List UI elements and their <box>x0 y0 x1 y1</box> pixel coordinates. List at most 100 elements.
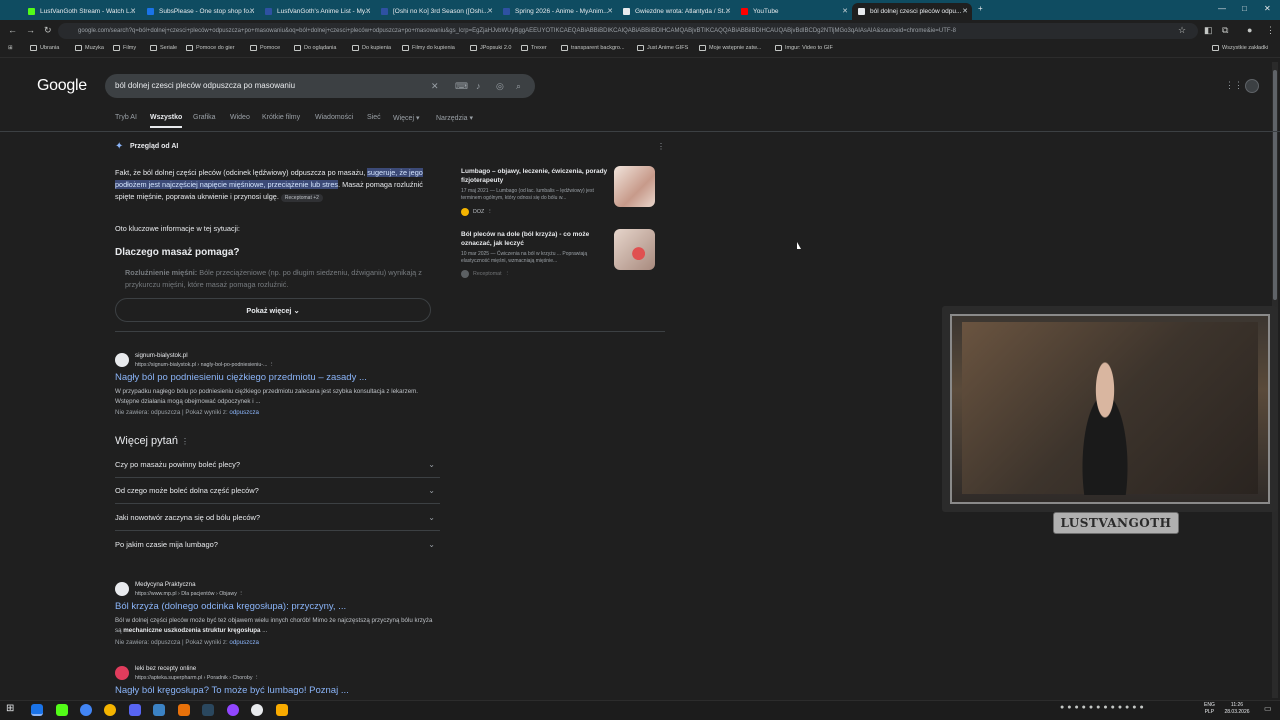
paa-question[interactable]: Od czego może boleć dolna część pleców? ⌄ <box>115 478 440 504</box>
browser-tab[interactable]: LustVanGoth's Anime List - My... ✕ <box>259 3 375 20</box>
close-tab-icon[interactable]: ✕ <box>725 7 731 15</box>
ai-more-options-icon[interactable]: ⋮ <box>657 142 665 151</box>
close-tab-icon[interactable]: ✕ <box>607 7 613 15</box>
mic-icon[interactable]: ♪ <box>476 81 481 91</box>
maximize-button[interactable]: □ <box>1242 4 1247 13</box>
ai-card-title[interactable]: Ból pleców na dole (ból krzyża) - co moż… <box>461 230 611 248</box>
bookmark-star-icon[interactable]: ☆ <box>1178 25 1186 36</box>
ai-card-source[interactable]: Receptomat ⋮ <box>461 270 510 278</box>
obs-taskbar-icon[interactable] <box>56 704 68 716</box>
app-taskbar-icon[interactable] <box>251 704 263 716</box>
result-title-link[interactable]: Nagły ból po podniesieniu ciężkiego prze… <box>115 372 367 383</box>
notification-icon[interactable]: ▭ <box>1264 704 1272 713</box>
close-tab-icon[interactable]: ✕ <box>249 7 255 15</box>
search-icon[interactable]: ⌕ <box>516 81 521 92</box>
tab-more[interactable]: Więcej ▾ <box>393 114 419 122</box>
ai-card-thumbnail[interactable] <box>614 166 655 207</box>
browser-tab[interactable]: Spring 2026 - Anime - MyAnim... ✕ <box>497 3 617 20</box>
browser-tab[interactable]: Gwiezdne wrota: Atlantyda / St... ✕ <box>617 3 735 20</box>
tab-videos[interactable]: Wideo <box>230 114 250 121</box>
keyboard-icon[interactable]: ⌨ <box>455 81 468 92</box>
ai-card-thumbnail[interactable] <box>614 229 655 270</box>
bookmark-item[interactable]: Imgur: Video to GIF <box>775 45 833 51</box>
minimize-button[interactable]: — <box>1218 4 1226 13</box>
close-tab-icon[interactable]: ✕ <box>487 7 493 15</box>
bookmark-item[interactable]: Trexer <box>521 45 547 51</box>
clock[interactable]: 11:26 28.03.2026 <box>1222 702 1252 716</box>
puzzle-icon[interactable]: ⧉ <box>1222 25 1228 36</box>
tab-news[interactable]: Wiadomości <box>315 114 353 121</box>
tab-web[interactable]: Sieć <box>367 114 381 121</box>
account-avatar[interactable] <box>1245 79 1259 93</box>
browser-tab[interactable]: ból dolnej czesci pleców odpu... ✕ <box>852 3 972 20</box>
reload-icon[interactable]: ↻ <box>44 25 52 36</box>
bookmark-item[interactable]: Filmy <box>113 45 136 51</box>
profile-icon[interactable]: ● <box>1247 25 1252 35</box>
ai-card-source[interactable]: DOZ ⋮ <box>461 208 492 216</box>
google-apps-icon[interactable]: ⋮⋮ <box>1225 80 1243 91</box>
discord-taskbar-icon[interactable] <box>129 704 141 716</box>
menu-icon[interactable]: ⋮ <box>1266 25 1275 36</box>
apps-icon[interactable]: ⊞ <box>8 45 13 51</box>
search-input[interactable]: ból dolnej czesci pleców odpuszcza po ma… <box>115 81 295 90</box>
tab-all[interactable]: Wszystko <box>150 114 182 121</box>
close-tab-icon[interactable]: ✕ <box>842 7 848 15</box>
result-title-link[interactable]: Ból krzyża (dolnego odcinka kręgosłupa):… <box>115 601 346 612</box>
paa-question[interactable]: Jaki nowotwór zaczyna się od bólu pleców… <box>115 505 440 531</box>
tab-ai-mode[interactable]: Tryb AI <box>115 114 137 121</box>
browser-taskbar-icon[interactable] <box>80 704 92 716</box>
browser-tab[interactable]: LustVanGoth Stream - Watch L... ✕ <box>22 3 140 20</box>
bookmark-item[interactable]: Pomoce <box>250 45 280 51</box>
show-results-link[interactable]: odpuszcza <box>229 409 259 416</box>
close-window-button[interactable]: ✕ <box>1264 4 1271 13</box>
paa-question[interactable]: Po jakim czasie mija lumbago? ⌄ <box>115 531 440 557</box>
bookmark-item[interactable]: Do oglądania <box>294 45 336 51</box>
system-tray-icons[interactable]: ●●●●●●●●●●●● <box>1060 704 1147 711</box>
close-tab-icon[interactable]: ✕ <box>365 7 371 15</box>
start-icon[interactable]: ⊞ <box>6 703 14 714</box>
app-taskbar-icon[interactable] <box>153 704 165 716</box>
bookmark-item[interactable]: Muzyka <box>75 45 104 51</box>
bookmark-item[interactable]: Do kupienia <box>352 45 391 51</box>
app-taskbar-icon[interactable] <box>227 704 239 716</box>
close-tab-icon[interactable]: ✕ <box>962 7 968 15</box>
tab-images[interactable]: Grafika <box>193 114 216 121</box>
forward-icon[interactable]: → <box>26 25 35 35</box>
close-tab-icon[interactable]: ✕ <box>130 7 136 15</box>
paa-question[interactable]: Czy po masażu powinny boleć plecy? ⌄ <box>115 452 440 478</box>
bookmark-item[interactable]: Just Anime GIFS <box>637 45 688 51</box>
back-icon[interactable]: ← <box>8 25 17 35</box>
browser-tab[interactable]: SubsPlease - One stop shop fo... ✕ <box>141 3 259 20</box>
tab-tools[interactable]: Narzędzia ▾ <box>436 114 473 122</box>
vlc-taskbar-icon[interactable] <box>178 704 190 716</box>
scrollbar-thumb[interactable] <box>1273 70 1277 300</box>
more-options-icon[interactable]: ⋮ <box>254 675 259 681</box>
bookmark-item[interactable]: Ubrania <box>30 45 59 51</box>
bookmark-item[interactable]: Filmy do kupienia <box>402 45 455 51</box>
new-tab-button[interactable]: + <box>978 4 983 13</box>
steam-taskbar-icon[interactable] <box>202 704 214 716</box>
more-options-icon[interactable]: ⋮ <box>269 362 274 368</box>
lens-icon[interactable]: ◎ <box>496 81 504 92</box>
file-explorer-taskbar-icon[interactable] <box>276 704 288 716</box>
bookmark-item[interactable]: Pomoce do gier <box>186 45 235 51</box>
ai-card-title[interactable]: Lumbago – objawy, leczenie, ćwiczenia, p… <box>461 167 611 185</box>
show-more-button[interactable]: Pokaż więcej ⌄ <box>115 298 431 322</box>
bookmark-item[interactable]: transparent backgro... <box>561 45 625 51</box>
app-taskbar-icon[interactable] <box>104 704 116 716</box>
google-logo[interactable]: Google <box>37 77 87 95</box>
browser-tab[interactable]: YouTube ✕ <box>735 3 852 20</box>
all-bookmarks[interactable]: Wszystkie zakładki <box>1212 45 1268 51</box>
bookmark-item[interactable]: Moje wstępnie zatw... <box>699 45 761 51</box>
result-title-link[interactable]: Nagły ból kręgosłupa? To może być lumbag… <box>115 685 349 696</box>
chrome-taskbar-icon[interactable] <box>31 704 43 716</box>
bookmark-item[interactable]: Seriale <box>150 45 177 51</box>
more-options-icon[interactable]: ⋮ <box>181 437 189 446</box>
more-options-icon[interactable]: ⋮ <box>238 591 243 597</box>
source-chip[interactable]: Receptomat +2 <box>280 194 323 202</box>
bookmark-item[interactable]: JPopsuki 2.0 <box>470 45 512 51</box>
extension-icon[interactable]: ◧ <box>1204 25 1213 36</box>
language-indicator[interactable]: ENG PLP <box>1204 702 1215 716</box>
address-bar[interactable]: google.com/search?q=ból+dolnej+czesci+pl… <box>58 23 1198 39</box>
show-results-link[interactable]: odpuszcza <box>229 639 259 646</box>
